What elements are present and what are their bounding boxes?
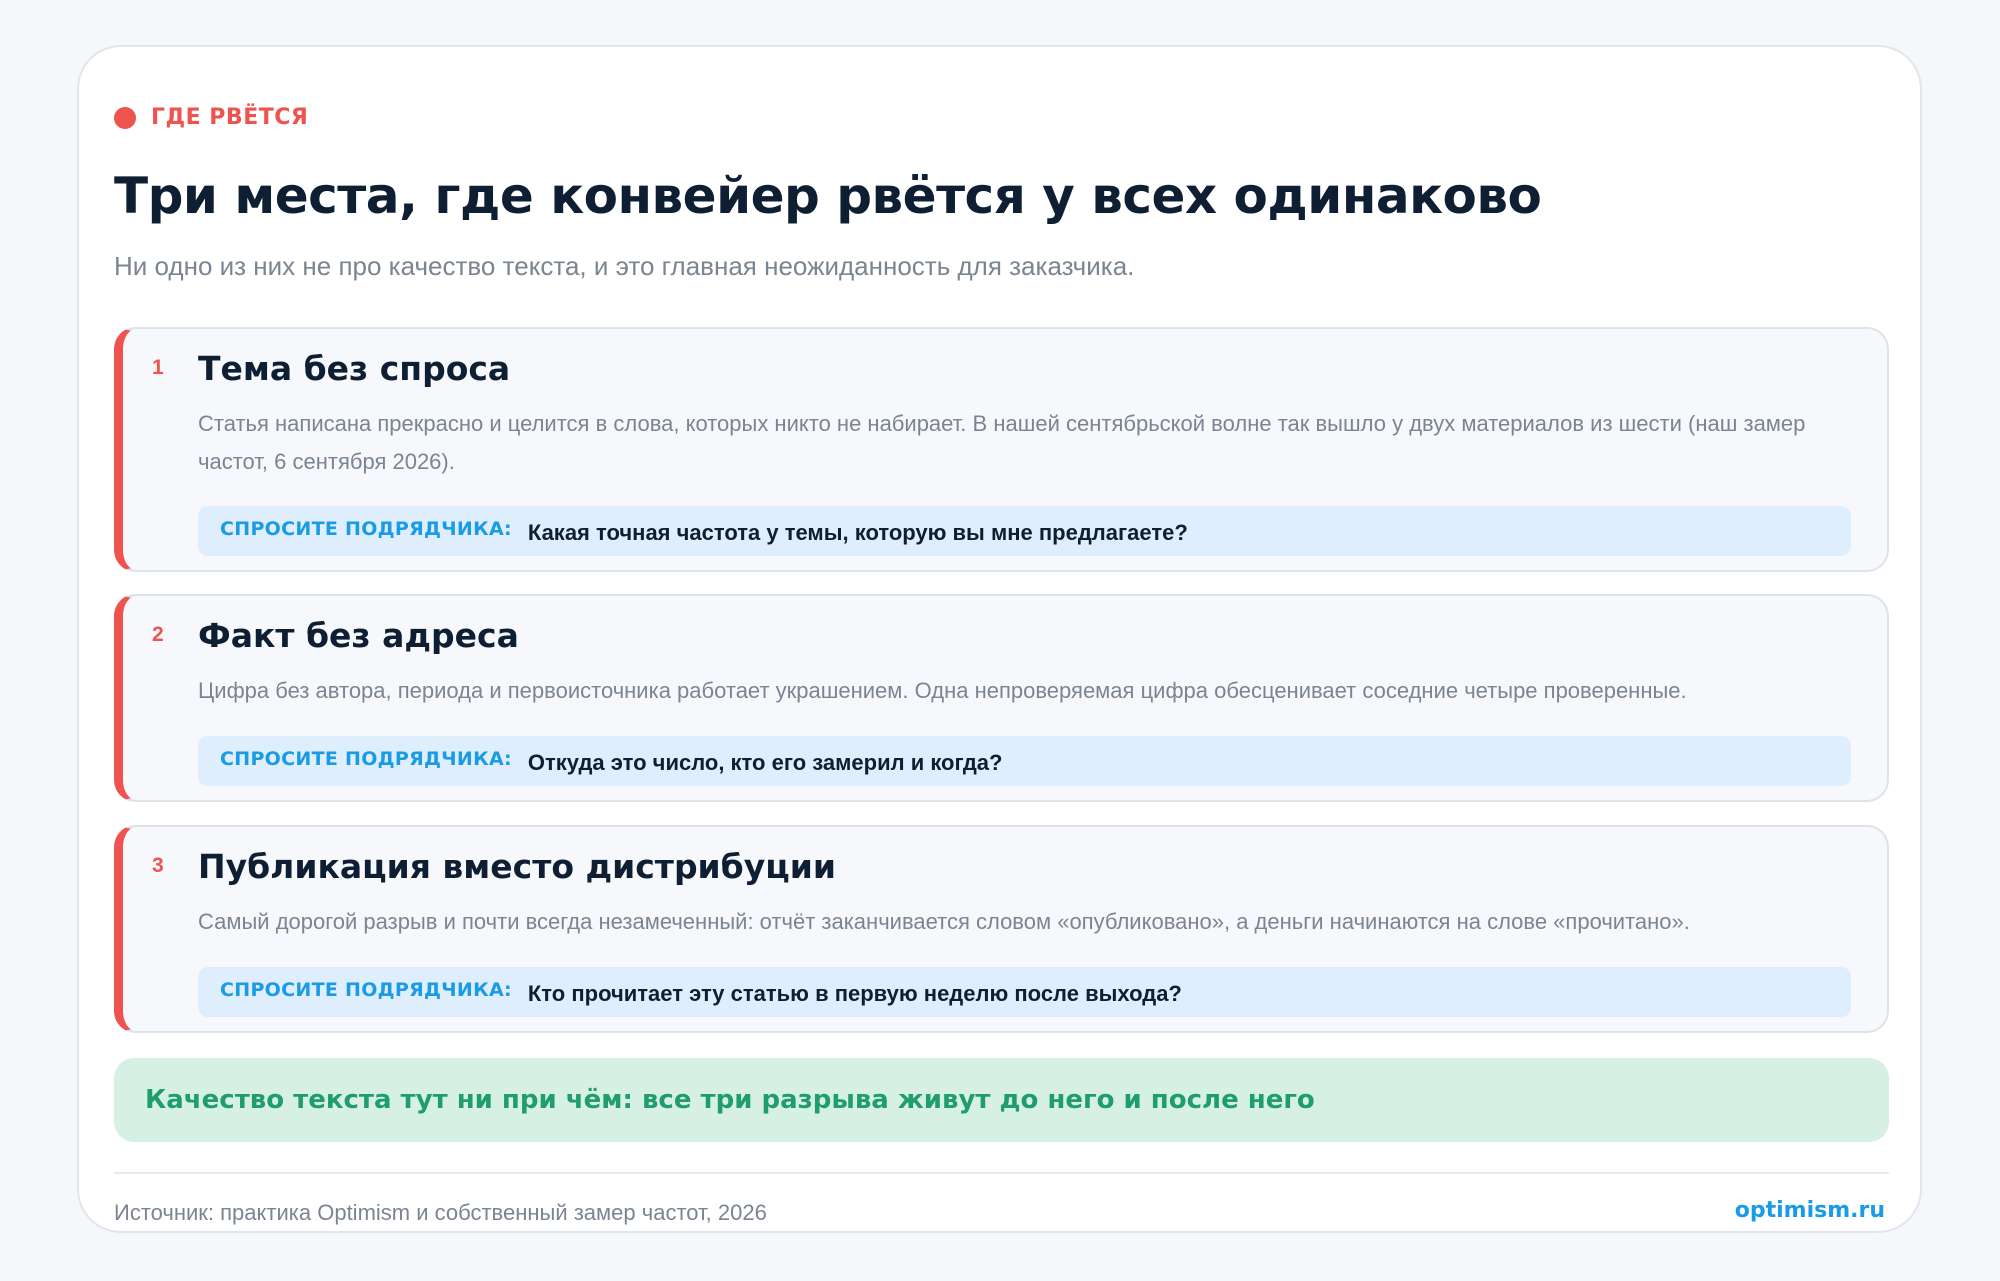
- content-card: ГДЕ РВЁТСЯ Три места, где конвейер рвётс…: [77, 45, 1922, 1233]
- ask-contractor-question: Кто прочитает эту статью в первую неделю…: [527, 981, 1182, 1006]
- issue-title: Тема без спроса: [198, 349, 511, 388]
- brand-link[interactable]: optimism.ru: [1735, 1198, 1885, 1223]
- issue-description: Статья написана прекрасно и целится в сл…: [198, 411, 1806, 474]
- issue-card-1: 1 Тема без спроса Статья написана прекра…: [114, 327, 1889, 572]
- footer-divider: [114, 1172, 1889, 1174]
- issue-title: Факт без адреса: [198, 616, 519, 655]
- section-eyebrow: ГДЕ РВЁТСЯ: [114, 105, 308, 130]
- ask-contractor-question: Какая точная частота у темы, которую вы …: [527, 520, 1188, 545]
- red-dot-icon: [114, 106, 136, 129]
- ask-contractor-label: СПРОСИТЕ ПОДРЯДЧИКА:: [220, 518, 512, 540]
- issue-number: 2: [152, 623, 164, 646]
- issue-card-3: 3 Публикация вместо дистрибуции Самый до…: [114, 825, 1889, 1033]
- ask-contractor-box: СПРОСИТЕ ПОДРЯДЧИКА: Какая точная частот…: [198, 506, 1851, 556]
- ask-contractor-box: СПРОСИТЕ ПОДРЯДЧИКА: Откуда это число, к…: [198, 736, 1851, 786]
- ask-contractor-label: СПРОСИТЕ ПОДРЯДЧИКА:: [220, 748, 512, 770]
- ask-contractor-box: СПРОСИТЕ ПОДРЯДЧИКА: Кто прочитает эту с…: [198, 967, 1851, 1017]
- issue-number: 1: [152, 356, 164, 379]
- issue-description: Цифра без автора, периода и первоисточни…: [198, 678, 1687, 703]
- issue-card-2: 2 Факт без адреса Цифра без автора, пери…: [114, 594, 1889, 802]
- ask-contractor-question: Откуда это число, кто его замерил и когд…: [527, 750, 1003, 775]
- issue-description: Самый дорогой разрыв и почти всегда неза…: [198, 909, 1690, 934]
- page-subtitle: Ни одно из них не про качество текста, и…: [114, 251, 1135, 281]
- summary-callout: Качество текста тут ни при чём: все три …: [114, 1058, 1889, 1142]
- issue-title: Публикация вместо дистрибуции: [198, 847, 836, 886]
- ask-contractor-label: СПРОСИТЕ ПОДРЯДЧИКА:: [220, 979, 512, 1001]
- page-title: Три места, где конвейер рвётся у всех од…: [114, 167, 1542, 225]
- source-note: Источник: практика Optimism и собственны…: [114, 1200, 767, 1225]
- callout-text: Качество текста тут ни при чём: все три …: [145, 1085, 1315, 1115]
- issue-number: 3: [152, 854, 164, 877]
- eyebrow-label: ГДЕ РВЁТСЯ: [151, 105, 309, 130]
